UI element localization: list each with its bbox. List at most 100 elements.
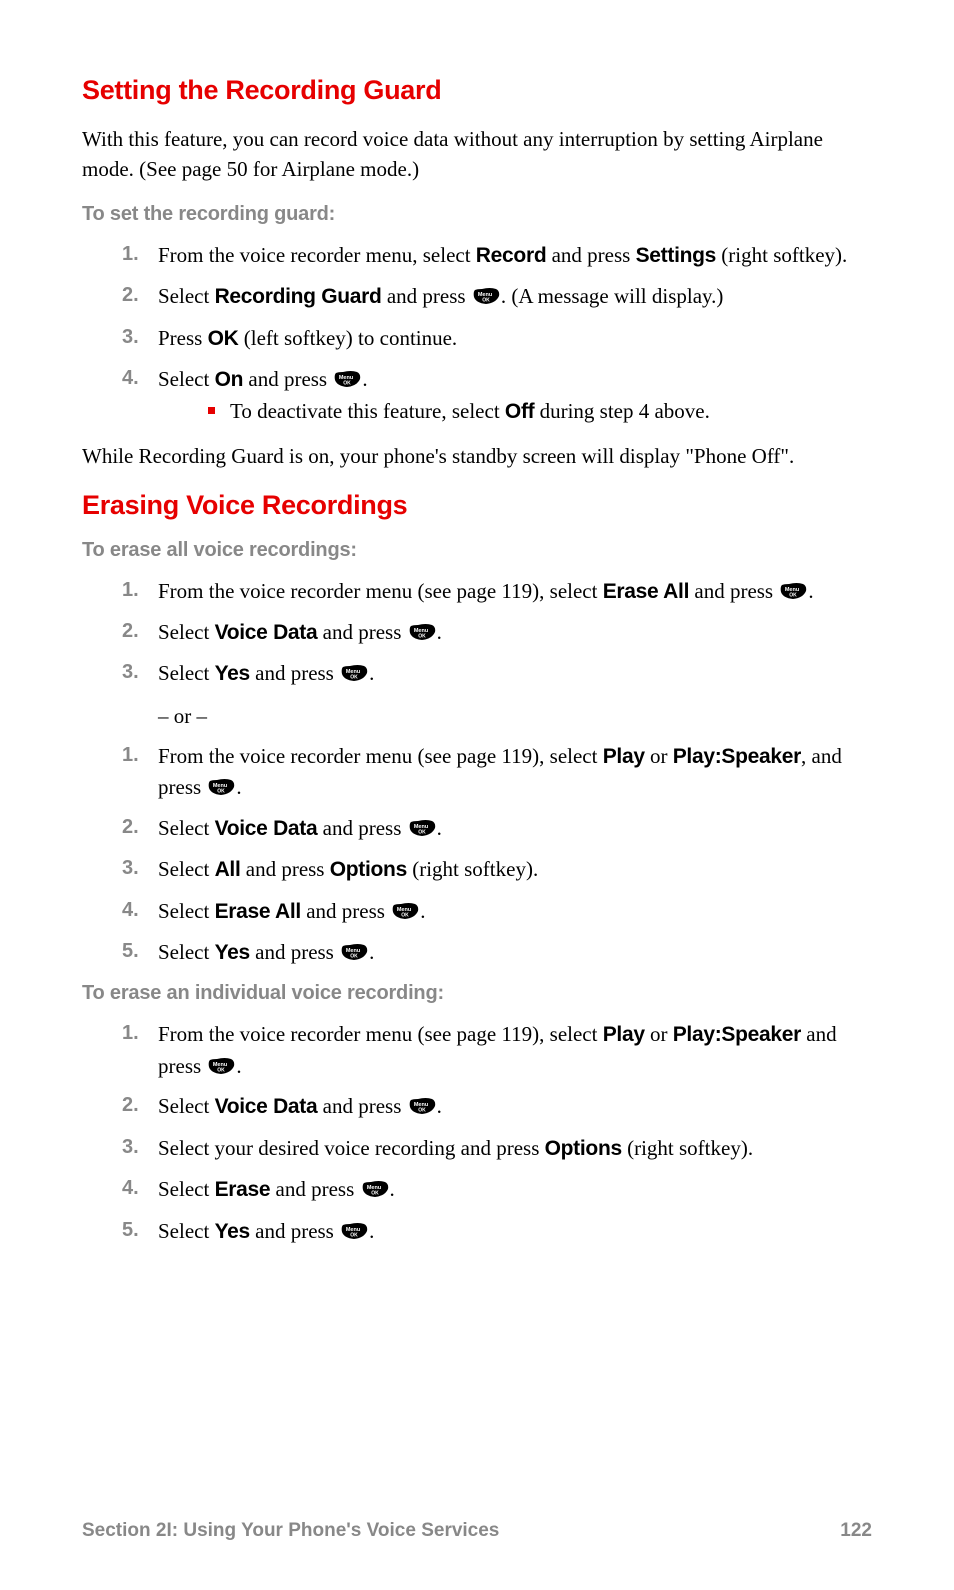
bold-term: Erase — [215, 1178, 271, 1201]
step-number: 5. — [122, 1216, 139, 1245]
steps-list-1: 1. From the voice recorder menu, select … — [82, 240, 872, 427]
step-text: . — [437, 620, 442, 644]
menu-ok-icon — [340, 665, 368, 682]
bold-term: OK — [208, 327, 239, 350]
step-text: Select — [158, 620, 215, 644]
step-number: 2. — [122, 281, 139, 310]
step-item: 5. Select Yes and press . — [122, 937, 872, 968]
step-number: 2. — [122, 813, 139, 842]
step-text: Select — [158, 367, 215, 391]
intro-text: With this feature, you can record voice … — [82, 124, 872, 185]
menu-ok-icon — [207, 779, 235, 796]
bold-term: Yes — [215, 662, 250, 685]
step-text: and press — [250, 661, 339, 685]
steps-list-2a: 1. From the voice recorder menu (see pag… — [82, 576, 872, 690]
step-number: 1. — [122, 576, 139, 605]
step-item: 2. Select Recording Guard and press . (A… — [122, 281, 872, 312]
bold-term: Yes — [215, 1220, 250, 1243]
bold-term: Options — [545, 1137, 622, 1160]
bold-term: Erase All — [603, 580, 689, 603]
step-text: Select — [158, 899, 215, 923]
step-text: . — [420, 899, 425, 923]
step-text: Select — [158, 857, 215, 881]
step-text: or — [645, 1022, 673, 1046]
step-text: and press — [689, 579, 778, 603]
bold-term: Off — [505, 400, 534, 423]
sub-bullet-item: To deactivate this feature, select Off d… — [208, 396, 872, 427]
step-text: . — [236, 1054, 241, 1078]
bold-term: Options — [330, 858, 407, 881]
bullet-text: To deactivate this feature, select — [230, 399, 505, 423]
menu-ok-icon — [207, 1058, 235, 1075]
footer-section-label: Section 2I: Using Your Phone's Voice Ser… — [82, 1520, 499, 1542]
step-item: 1. From the voice recorder menu, select … — [122, 240, 872, 271]
bullet-text: during step 4 above. — [534, 399, 710, 423]
bold-term: Play — [603, 1023, 645, 1046]
step-text: Press — [158, 326, 208, 350]
step-number: 1. — [122, 240, 139, 269]
step-text: Select — [158, 1219, 215, 1243]
subheading-set-guard: To set the recording guard: — [82, 203, 872, 226]
menu-ok-icon — [340, 944, 368, 961]
step-number: 1. — [122, 741, 139, 770]
step-number: 3. — [122, 854, 139, 883]
step-item: 4. Select Erase and press . — [122, 1174, 872, 1205]
bold-term: Record — [476, 244, 547, 267]
bold-term: Voice Data — [215, 1095, 318, 1118]
step-text: . — [369, 940, 374, 964]
step-text: and press — [546, 243, 635, 267]
step-text: and press — [382, 284, 471, 308]
step-text: From the voice recorder menu (see page 1… — [158, 1022, 603, 1046]
page-footer: Section 2I: Using Your Phone's Voice Ser… — [82, 1520, 872, 1542]
step-item: 1. From the voice recorder menu (see pag… — [122, 1019, 872, 1081]
steps-list-2b: 1. From the voice recorder menu (see pag… — [82, 741, 872, 969]
step-number: 4. — [122, 896, 139, 925]
step-number: 3. — [122, 658, 139, 687]
bold-term: All — [215, 858, 241, 881]
step-item: 4. Select On and press . To deactivate t… — [122, 364, 872, 427]
step-item: 5. Select Yes and press . — [122, 1216, 872, 1247]
step-item: 3. Select your desired voice recording a… — [122, 1133, 872, 1164]
step-text: and press — [241, 857, 330, 881]
menu-ok-icon — [408, 820, 436, 837]
step-text: . (A message will display.) — [501, 284, 724, 308]
step-item: 2. Select Voice Data and press . — [122, 813, 872, 844]
menu-ok-icon — [779, 583, 807, 600]
step-text: and press — [317, 1094, 406, 1118]
step-item: 2. Select Voice Data and press . — [122, 1091, 872, 1122]
sub-bullet-list: To deactivate this feature, select Off d… — [158, 396, 872, 427]
menu-ok-icon — [333, 371, 361, 388]
step-text: Select — [158, 1177, 215, 1201]
steps-list-2c: 1. From the voice recorder menu (see pag… — [82, 1019, 872, 1247]
step-text: Select your desired voice recording and … — [158, 1136, 545, 1160]
step-text: . — [437, 1094, 442, 1118]
step-text: and press — [243, 367, 332, 391]
step-number: 5. — [122, 937, 139, 966]
step-text: Select — [158, 940, 215, 964]
menu-ok-icon — [408, 1098, 436, 1115]
step-text: From the voice recorder menu (see page 1… — [158, 744, 603, 768]
step-text: Select — [158, 1094, 215, 1118]
menu-ok-icon — [361, 1181, 389, 1198]
bold-term: Play — [603, 745, 645, 768]
subheading-erase-all: To erase all voice recordings: — [82, 539, 872, 562]
step-text: and press — [270, 1177, 359, 1201]
menu-ok-icon — [391, 903, 419, 920]
step-item: 3. Select All and press Options (right s… — [122, 854, 872, 885]
bold-term: Voice Data — [215, 621, 318, 644]
step-text: (left softkey) to continue. — [239, 326, 458, 350]
step-item: 3. Press OK (left softkey) to continue. — [122, 323, 872, 354]
or-separator: – or – — [158, 704, 872, 729]
subheading-erase-individual: To erase an individual voice recording: — [82, 982, 872, 1005]
menu-ok-icon — [472, 288, 500, 305]
step-text: . — [808, 579, 813, 603]
step-number: 3. — [122, 1133, 139, 1162]
heading-recording-guard: Setting the Recording Guard — [82, 75, 872, 106]
step-item: 2. Select Voice Data and press . — [122, 617, 872, 648]
step-text: (right softkey). — [407, 857, 538, 881]
step-text: Select — [158, 661, 215, 685]
step-text: From the voice recorder menu (see page 1… — [158, 579, 603, 603]
step-text: . — [236, 775, 241, 799]
step-text: . — [437, 816, 442, 840]
bold-term: Voice Data — [215, 817, 318, 840]
